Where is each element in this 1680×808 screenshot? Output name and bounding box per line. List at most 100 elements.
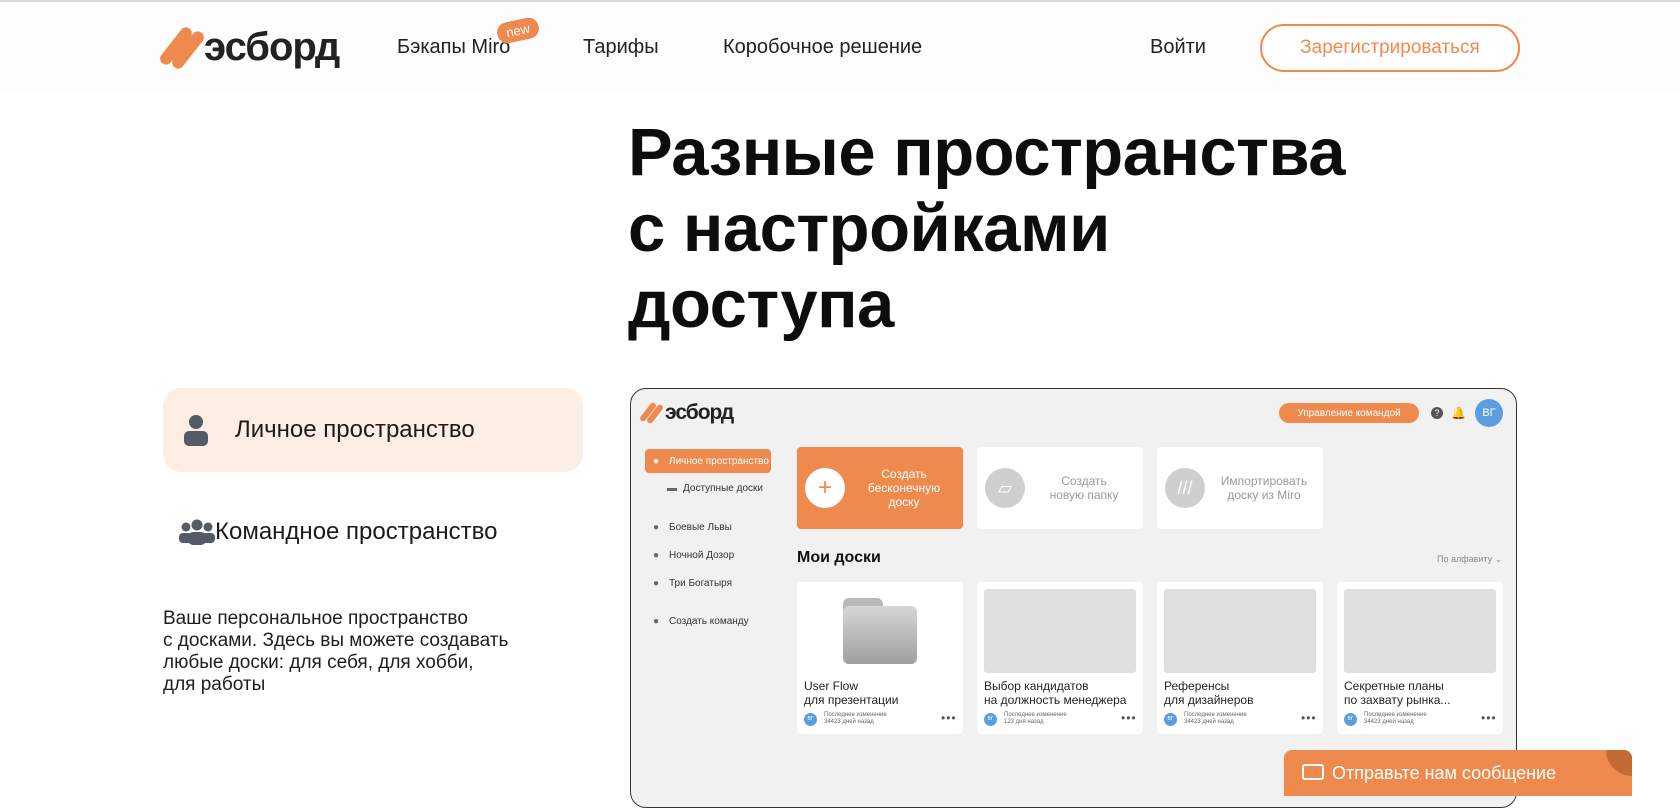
board-card[interactable]: User Flow для презентации ВГ Последнее и… (797, 582, 963, 734)
description-line: с досками. Здесь вы можете создавать (163, 630, 509, 651)
register-button[interactable]: Зарегистрироваться (1260, 24, 1520, 72)
login-link[interactable]: Войти (1150, 36, 1206, 59)
board-card[interactable]: Референсы для дизайнеров ВГ Последнее из… (1157, 582, 1323, 734)
board-thumbnail (1344, 589, 1496, 673)
miro-icon: /// (1165, 468, 1205, 508)
sidebar-item-label: Создать команду (669, 615, 749, 627)
board-name: Секретные планы по захвату рынка... (1344, 679, 1500, 707)
nav-pricing[interactable]: Тарифы (583, 36, 659, 59)
sidebar-item-shared-boards[interactable]: ▬ Доступные доски (645, 476, 771, 500)
board-name-line: для дизайнеров (1164, 693, 1254, 707)
logo-mark-icon (157, 24, 207, 72)
preview-logo: эсборд (638, 401, 734, 425)
add-user-icon: ● (653, 616, 660, 627)
action-label-line: доску из Miro (1227, 488, 1301, 502)
board-name-line: Выбор кандидатов (984, 679, 1089, 693)
sidebar-item-personal[interactable]: ● Личное пространство (645, 449, 771, 473)
board-name-line: Референсы (1164, 679, 1230, 693)
avatar[interactable]: ВГ (1475, 399, 1503, 427)
action-label-line: доску (888, 495, 920, 509)
team-icon: ● (653, 578, 660, 589)
corner-fold (1606, 750, 1632, 776)
board-meta: Последнее изменение 34423 дней назад (824, 712, 887, 726)
description-line: Ваше персональное пространство (163, 608, 468, 629)
board-thumbnail (984, 589, 1136, 673)
board-meta-line: 34423 дней назад (1364, 719, 1414, 725)
action-label: Создать новую папку (1025, 474, 1143, 502)
board-name: User Flow для презентации (804, 679, 960, 707)
board-meta-line: Последнее изменение (1364, 712, 1427, 718)
action-label-line: бесконечную (867, 481, 941, 495)
board-meta-line: Последнее изменение (1004, 712, 1067, 718)
team-icon: ● (653, 550, 660, 561)
more-icon[interactable]: ••• (1301, 712, 1317, 724)
app-preview: эсборд Управление командой ? 🔔 ВГ ● Личн… (630, 388, 1517, 808)
board-meta: Последнее изменение 34423 дней назад (1184, 712, 1247, 726)
board-name-line: User Flow (804, 679, 859, 693)
board-meta-line: 123 дня назад (1004, 719, 1044, 725)
envelope-icon (1302, 764, 1324, 780)
manage-team-button[interactable]: Управление командой (1279, 403, 1419, 423)
board-name-line: по захвату рынка... (1344, 693, 1451, 707)
nav-boxed-solution[interactable]: Коробочное решение (723, 36, 922, 59)
sort-label: По алфавиту (1437, 554, 1493, 564)
hero-title: Разные пространства с настройками доступ… (628, 115, 1428, 343)
create-folder-button[interactable]: ▱ Создать новую папку (977, 447, 1143, 529)
logo[interactable]: эсборд (157, 24, 340, 72)
board-card[interactable]: Секретные планы по захвату рынка... ВГ П… (1337, 582, 1503, 734)
sidebar-item-team-3[interactable]: ● Три Богатыря (645, 571, 771, 595)
description-line: любые доски: для себя, для хобби, (163, 652, 474, 673)
nav-miro-backups[interactable]: Бэкапы Miro (397, 36, 510, 59)
more-icon[interactable]: ••• (941, 712, 957, 724)
action-label-line: новую папку (1049, 488, 1119, 502)
sidebar-item-create-team[interactable]: ● Создать команду (645, 609, 771, 633)
person-icon (184, 415, 208, 446)
sidebar-item-team-2[interactable]: ● Ночной Дозор (645, 543, 771, 567)
bell-icon[interactable]: 🔔 (1451, 406, 1466, 420)
folder-icon: ▱ (985, 468, 1025, 508)
sidebar-item-label: Три Богатыря (669, 577, 732, 589)
logo-mark-icon (638, 401, 665, 425)
board-thumbnail (1164, 589, 1316, 673)
preview-logo-text: эсборд (665, 401, 734, 424)
hero-title-line: с настройками (628, 191, 1110, 266)
boards-icon: ▬ (667, 483, 677, 494)
description-line: для работы (163, 674, 266, 695)
sidebar-item-label: Личное пространство (669, 455, 769, 467)
board-name: Выбор кандидатов на должность менеджера (984, 679, 1140, 707)
tab-team-space[interactable]: Командное пространство (163, 500, 583, 564)
more-icon[interactable]: ••• (1481, 712, 1497, 724)
hero-title-line: Разные пространства (628, 115, 1346, 190)
avatar: ВГ (804, 713, 817, 726)
avatar: ВГ (1344, 713, 1357, 726)
more-icon[interactable]: ••• (1121, 712, 1137, 724)
site-header: эсборд Бэкапы Miro new Тарифы Коробочное… (0, 2, 1680, 90)
hero-title-line: доступа (628, 267, 894, 342)
team-icon (179, 519, 215, 545)
tab-personal-space[interactable]: Личное пространство (163, 388, 583, 472)
sidebar-item-label: Ночной Дозор (669, 549, 735, 561)
action-label-line: Создать (881, 467, 927, 481)
board-card[interactable]: Выбор кандидатов на должность менеджера … (977, 582, 1143, 734)
logo-text: эсборд (204, 24, 340, 69)
action-label-line: Импортировать (1220, 474, 1308, 488)
sidebar-item-team-1[interactable]: ● Боевые Львы (645, 515, 771, 539)
chevron-down-icon: ⌄ (1494, 554, 1503, 564)
my-boards-title: Мои доски (797, 549, 881, 566)
action-label: Создать бесконечную доску (845, 467, 963, 509)
help-icon[interactable]: ? (1431, 407, 1443, 419)
chat-label: Отправьте нам сообщение (1332, 762, 1557, 783)
board-meta: Последнее изменение 34423 дней назад (1364, 712, 1427, 726)
board-meta-line: 34423 дней назад (824, 719, 874, 725)
board-name-line: на должность менеджера (984, 693, 1127, 707)
create-board-button[interactable]: + Создать бесконечную доску (797, 447, 963, 529)
board-name-line: Секретные планы (1344, 679, 1444, 693)
board-name: Референсы для дизайнеров (1164, 679, 1320, 707)
folder-icon (843, 598, 917, 664)
chat-widget-button[interactable]: Отправьте нам сообщение (1284, 750, 1632, 796)
board-meta-line: 34423 дней назад (1184, 719, 1234, 725)
sort-dropdown[interactable]: По алфавиту ⌄ (1437, 554, 1502, 565)
import-miro-button[interactable]: /// Импортировать доску из Miro (1157, 447, 1323, 529)
tab-personal-label: Личное пространство (235, 416, 475, 443)
board-meta-line: Последнее изменение (824, 712, 887, 718)
